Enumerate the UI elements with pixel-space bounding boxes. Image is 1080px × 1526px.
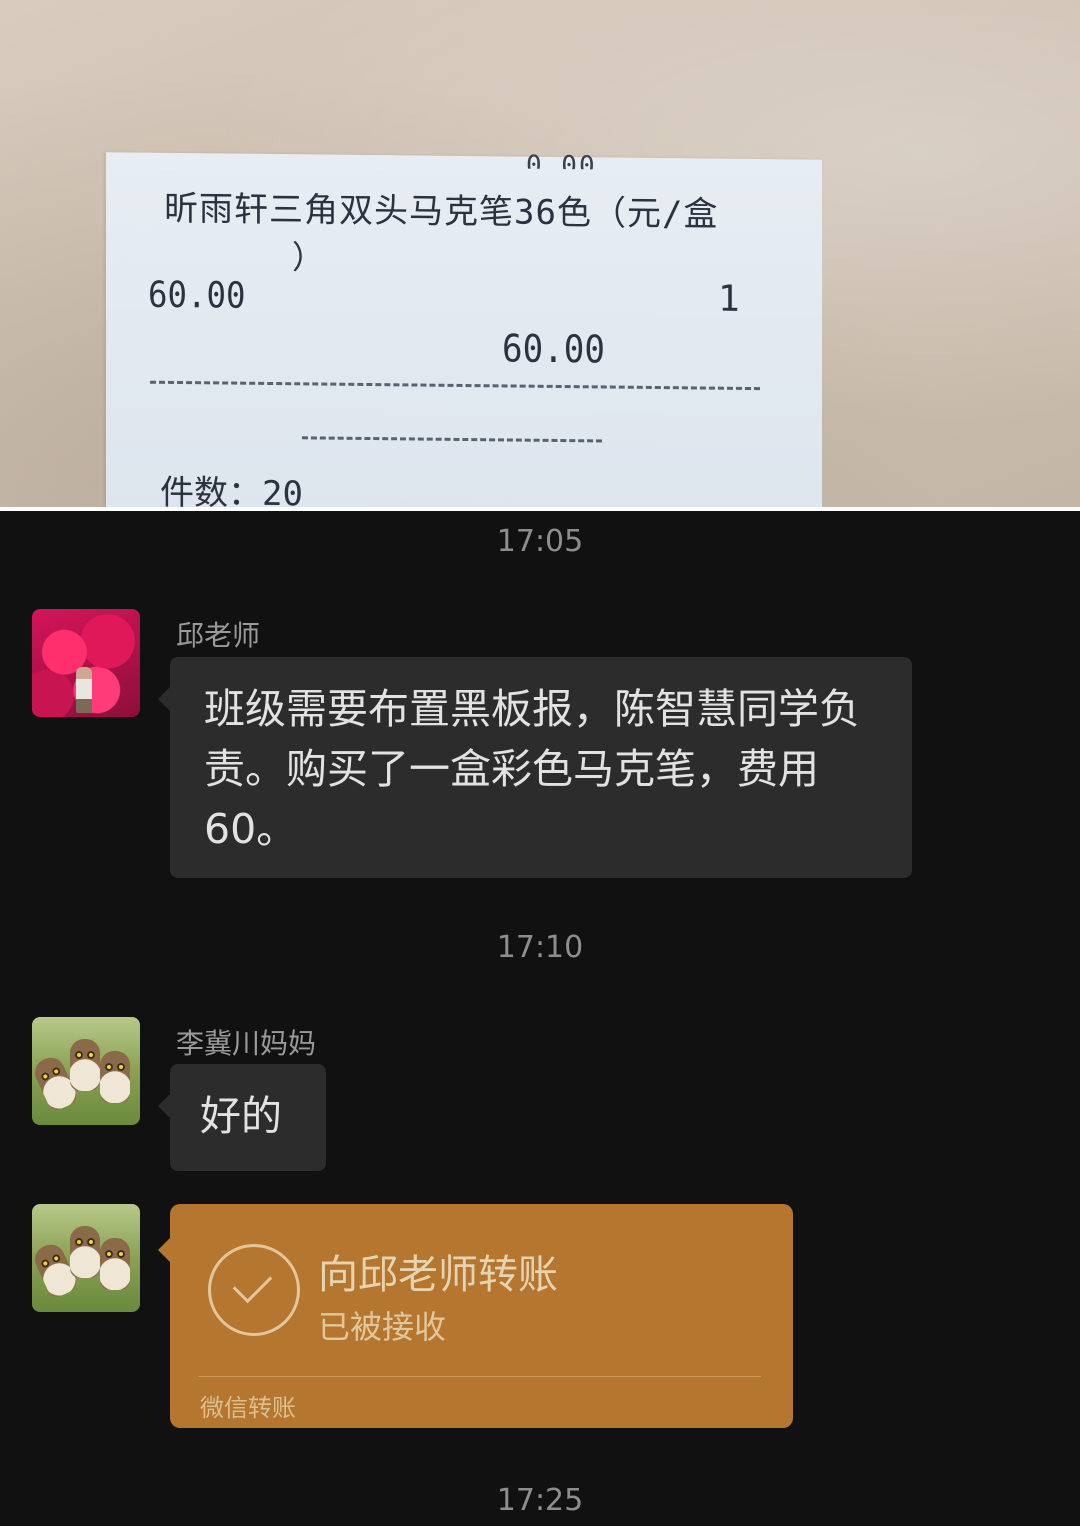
timestamp: 17:25	[496, 1483, 584, 1518]
receipt-divider	[150, 380, 760, 391]
timestamp: 17:10	[496, 930, 584, 965]
owl-image	[70, 1039, 100, 1091]
receipt-paper: 0.00 昕雨轩三角双头马克笔36色（元/盒 ） 60.00 1 60.00 件…	[106, 150, 822, 507]
transfer-status: 已被接收	[318, 1308, 447, 1346]
owl-image	[70, 1226, 100, 1278]
receipt-photo[interactable]: 0.00 昕雨轩三角双头马克笔36色（元/盒 ） 60.00 1 60.00 件…	[0, 0, 1080, 507]
transfer-card[interactable]: 向邱老师转账 已被接收 微信转账	[158, 1204, 793, 1428]
image-divider	[0, 507, 1080, 511]
avatar-parent[interactable]	[32, 1204, 140, 1312]
person-figure	[76, 667, 92, 713]
owl-image	[100, 1051, 130, 1103]
receipt-quantity: 1	[718, 278, 740, 320]
transfer-divider	[198, 1376, 761, 1377]
message-bubble[interactable]: 班级需要布置黑板报，陈智慧同学负责。购买了一盒彩色马克笔，费用60。	[158, 657, 912, 878]
receipt-top-fragment: 0.00	[526, 150, 597, 170]
timestamp: 17:05	[496, 524, 584, 559]
receipt-line-total: 60.00	[502, 326, 605, 372]
transfer-label: 微信转账	[200, 1394, 296, 1422]
message-bubble[interactable]: 好的	[158, 1064, 326, 1171]
avatar-teacher[interactable]	[32, 609, 140, 717]
receipt-item-name: 昕雨轩三角双头马克笔36色（元/盒	[164, 188, 719, 235]
transfer-title: 向邱老师转账	[318, 1252, 558, 1298]
receipt-item-name-cont: ）	[292, 238, 325, 277]
owl-image	[100, 1238, 130, 1290]
sender-name: 邱老师	[176, 619, 261, 652]
sender-name: 李冀川妈妈	[176, 1027, 317, 1060]
receipt-divider	[302, 436, 602, 443]
check-circle-icon	[208, 1244, 300, 1336]
receipt-unit-price: 60.00	[148, 274, 246, 317]
avatar-parent[interactable]	[32, 1017, 140, 1125]
receipt-item-count: 件数：20	[160, 472, 303, 507]
